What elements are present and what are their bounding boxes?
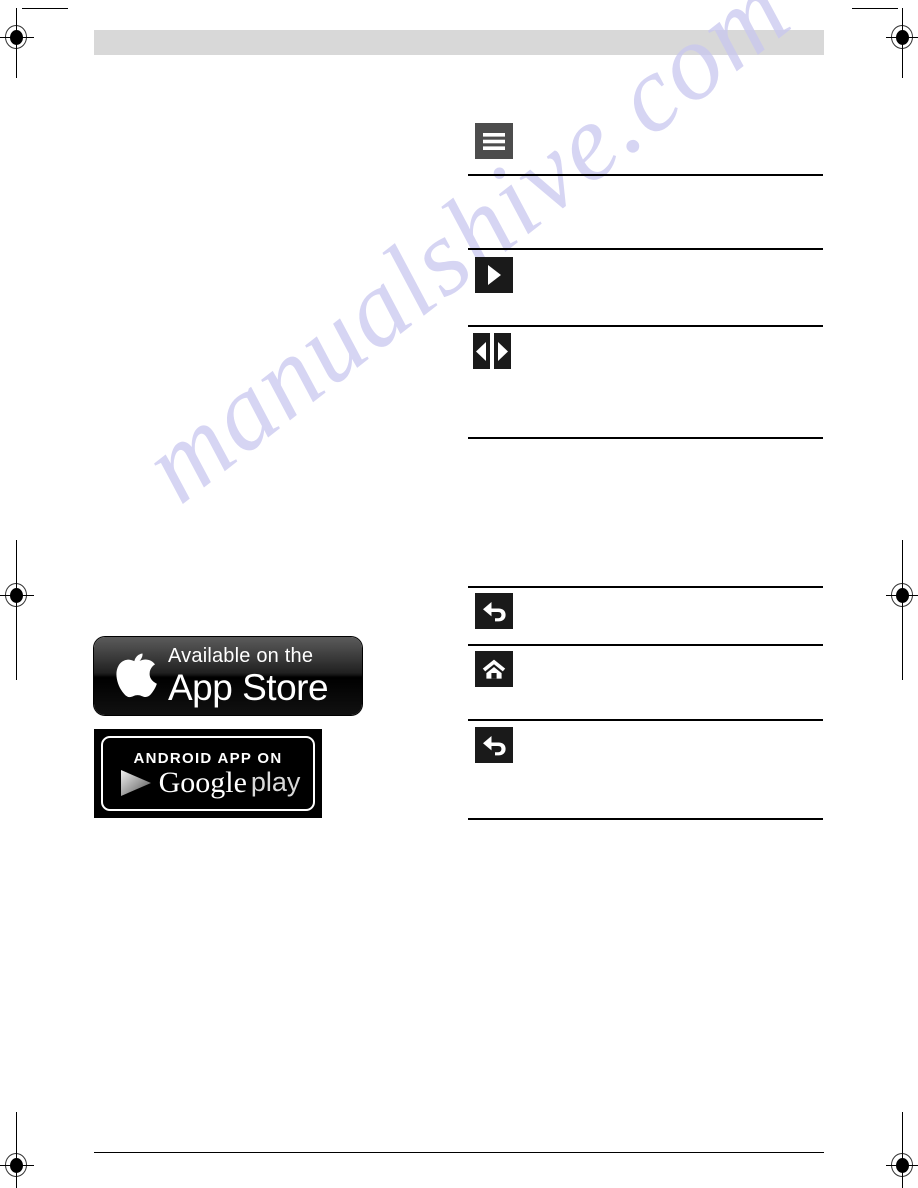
previous-arrow-icon[interactable] — [473, 333, 490, 369]
symbol-table-rule-4 — [468, 437, 823, 439]
google-play-word-google: Google — [158, 765, 247, 799]
manual-page: manualshive.com Available on the App Sto… — [0, 0, 918, 1188]
apple-logo-icon — [116, 653, 157, 698]
return-arrow-icon[interactable] — [475, 727, 513, 763]
page-header-band — [94, 30, 824, 55]
next-arrow-icon[interactable] — [494, 333, 511, 369]
symbol-table-rule-3 — [468, 325, 823, 327]
symbol-table-rule-1 — [468, 174, 823, 176]
registration-mark-bottom-right — [886, 1148, 918, 1182]
app-store-badge-line1: Available on the — [168, 645, 314, 667]
registration-mark-middle-left — [0, 578, 34, 612]
symbol-table-rule-6 — [468, 644, 823, 646]
google-play-word-play: play — [250, 767, 301, 797]
page-footer-rule — [94, 1152, 824, 1153]
google-play-badge-row: Google play — [116, 765, 301, 799]
app-store-badge[interactable]: Available on the App Store — [94, 637, 362, 715]
symbol-table-rule-5 — [468, 586, 823, 588]
symbol-table-rule-8 — [468, 818, 823, 820]
google-play-triangle-icon — [120, 769, 151, 796]
registration-mark-bottom-left — [0, 1148, 34, 1182]
crop-mark-line-top-right — [852, 8, 898, 9]
symbol-table-rule-7 — [468, 719, 823, 721]
google-play-badge-inner: ANDROID APP ON Google play — [101, 736, 315, 811]
google-play-badge-line1: ANDROID APP ON — [133, 749, 283, 767]
crop-mark-line-top-left — [22, 8, 68, 9]
home-icon[interactable] — [475, 651, 513, 687]
app-store-badge-line2: App Store — [168, 667, 329, 708]
hamburger-menu-icon[interactable] — [475, 123, 513, 159]
google-play-badge[interactable]: ANDROID APP ON Google play — [94, 729, 322, 818]
registration-mark-top-right — [886, 20, 918, 54]
back-arrow-icon[interactable] — [475, 593, 513, 629]
watermark: manualshive.com — [121, 0, 812, 526]
registration-mark-top-left — [0, 20, 34, 54]
registration-mark-middle-right — [886, 578, 918, 612]
play-arrow-icon[interactable] — [475, 257, 513, 293]
app-store-badge-text: Available on the App Store — [168, 645, 329, 708]
symbol-table-rule-2 — [468, 248, 823, 250]
